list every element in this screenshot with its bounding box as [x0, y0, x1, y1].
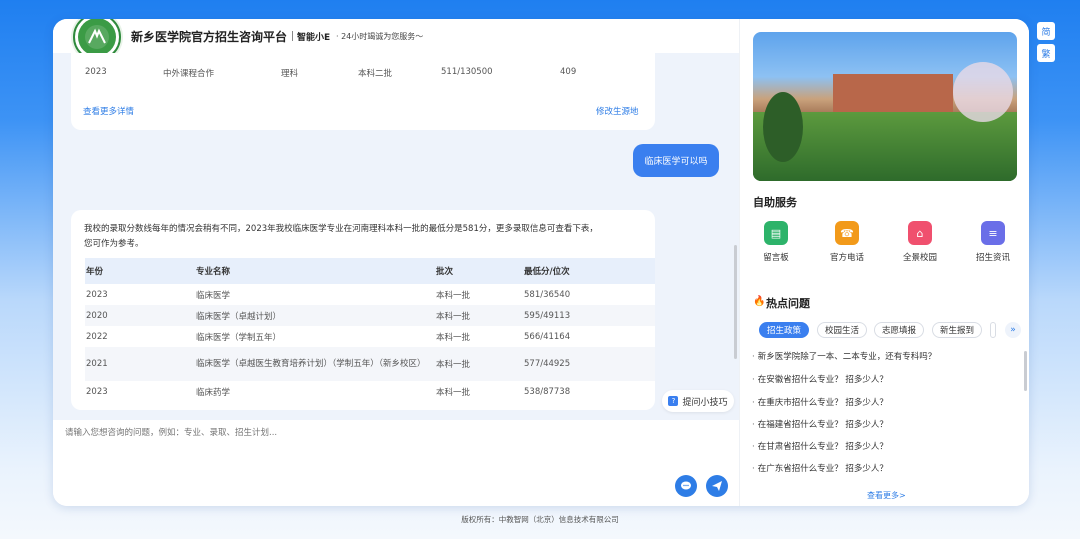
chat-bubble-button[interactable]: [675, 475, 697, 497]
tag-overflow: [990, 322, 996, 338]
cell-major: 临床医学（卓越计划）: [195, 305, 435, 326]
tips-icon: ?: [668, 396, 679, 406]
divider: [292, 31, 293, 41]
cell-batch: 本科一批: [435, 305, 523, 326]
cell-batch: 本科一批: [436, 290, 471, 301]
table-cell: 理科: [281, 69, 299, 79]
hot-question-item[interactable]: 在安徽省招什么专业？ 招多少人？: [752, 373, 888, 385]
table-row: 2023 临床医学 本科一批 581/36540: [85, 284, 655, 305]
send-icon: [712, 481, 722, 491]
cell-major: 临床医学（卓越医生教育培养计划）（学制五年）（新乡校区）: [195, 347, 435, 381]
service-label: 留言板: [763, 253, 789, 263]
cell-score: 581/36540: [524, 289, 571, 300]
assistant-name: 智能小E: [297, 33, 331, 43]
change-origin-link[interactable]: 修改生源地: [596, 105, 639, 117]
lang-traditional-button[interactable]: 繁: [1037, 44, 1055, 62]
cell-batch: 本科一批: [435, 347, 523, 381]
tags-next-button[interactable]: »: [1005, 322, 1021, 338]
slogan: · 24小时竭诚为您服务～: [336, 32, 424, 41]
lang-simplified-button[interactable]: 简: [1037, 22, 1055, 40]
table-row: 2022 临床医学（学制五年） 本科一批 566/41164: [85, 326, 655, 347]
question-tips-button[interactable]: ? 提问小技巧: [662, 390, 734, 412]
service-official-phone[interactable]: ☎ 官方电话: [822, 221, 872, 263]
news-icon: ≡: [981, 221, 1005, 245]
chat-bubble-icon: [681, 481, 691, 490]
hot-question-item[interactable]: 在福建省招什么专业？ 招多少人？: [752, 418, 888, 430]
service-panorama-campus[interactable]: ⌂ 全景校园: [895, 221, 945, 263]
tag-admission-policy[interactable]: 招生政策: [759, 322, 810, 338]
service-message-board[interactable]: ▤ 留言板: [751, 221, 801, 263]
table-row: 2023 临床药学 本科一批 538/87738: [85, 381, 655, 402]
input-area: [53, 420, 739, 506]
previous-answer-card: 2023 中外课程合作 理科 本科二批 511/130500 409 查看更多详…: [71, 53, 655, 130]
cell-year: 2021: [85, 347, 195, 381]
table-cell: 409: [560, 67, 577, 77]
page-title: 新乡医学院官方招生咨询平台: [131, 30, 288, 44]
cell-major: 临床医学（学制五年）: [196, 332, 282, 343]
service-label: 全景校园: [902, 253, 937, 263]
column-header-year: 年份: [85, 258, 195, 284]
cell-batch: 本科一批: [436, 332, 471, 343]
cell-year: 2023: [86, 386, 108, 397]
phone-icon: ☎: [835, 221, 859, 245]
logo-emblem-icon: [85, 25, 109, 49]
hot-questions-title: 热点问题: [766, 297, 810, 310]
column-header-score: 最低分/位次: [523, 258, 655, 284]
hot-question-item[interactable]: 在重庆市招什么专业？ 招多少人？: [752, 396, 888, 408]
send-button[interactable]: [706, 475, 728, 497]
app-window: 新乡医学院官方招生咨询平台 智能小E · 24小时竭诚为您服务～ 2023 中外…: [53, 19, 1029, 506]
cell-major: 临床药学: [196, 387, 231, 398]
table-row: 2020 临床医学（卓越计划） 本科一批 595/49113: [85, 305, 655, 326]
hot-question-item[interactable]: 新乡医学院除了一本、二本专业，还有专科吗？: [752, 350, 937, 362]
cell-year: 2022: [86, 331, 108, 342]
right-sidebar: 自助服务 ▤ 留言板 ☎ 官方电话 ⌂ 全景校园 ≡ 招生资讯 🔥 热点问题 招…: [739, 19, 1029, 506]
cell-major: 临床医学: [196, 290, 231, 301]
message-board-icon: ▤: [764, 221, 788, 245]
chat-area[interactable]: 2023 中外课程合作 理科 本科二批 511/130500 409 查看更多详…: [53, 53, 739, 420]
campus-icon: ⌂: [908, 221, 932, 245]
table-row: 2021 临床医学（卓越医生教育培养计划）（学制五年）（新乡校区） 本科一批 5…: [85, 347, 655, 381]
column-header-batch: 批次: [435, 258, 523, 284]
question-input[interactable]: [65, 426, 705, 466]
cell-score: 577/44925: [523, 347, 655, 381]
footer-copyright: 版权所有：中教智网（北京）信息技术有限公司: [461, 515, 619, 524]
bot-reply-card: 我校的录取分数线每年的情况会稍有不同，2023年我校临床医学专业在河南理科本科一…: [71, 210, 655, 410]
column-header-major: 专业名称: [195, 258, 435, 284]
fire-icon: 🔥: [753, 296, 766, 307]
bot-reply-text-line2: 您可作为参考。: [84, 239, 144, 249]
cell-batch: 本科一批: [436, 387, 471, 398]
service-label: 官方电话: [829, 253, 864, 263]
cell-year: 2020: [85, 305, 195, 326]
cell-score: 538/87738: [524, 386, 571, 397]
tag-campus-life[interactable]: 校园生活: [817, 322, 868, 338]
view-more-link[interactable]: 查看更多>: [867, 490, 906, 501]
cell-year: 2023: [86, 289, 108, 300]
user-message-bubble: 临床医学可以吗: [633, 144, 719, 177]
header: 新乡医学院官方招生咨询平台 智能小E · 24小时竭诚为您服务～: [53, 19, 739, 61]
hot-question-item[interactable]: 在甘肃省招什么专业？ 招多少人？: [752, 440, 888, 452]
table-cell: 中外课程合作: [163, 69, 215, 79]
cell-score: 566/41164: [524, 331, 571, 342]
bot-reply-text-line1: 我校的录取分数线每年的情况会稍有不同，2023年我校临床医学专业在河南理科本科一…: [84, 224, 598, 234]
admission-score-table: 年份 专业名称 批次 最低分/位次 2023 临床医学 本科一批 581/365…: [85, 258, 655, 402]
campus-photo: [753, 32, 1017, 181]
service-admission-news[interactable]: ≡ 招生资讯: [968, 221, 1018, 263]
self-service-title: 自助服务: [753, 196, 797, 209]
chat-scrollbar[interactable]: [734, 245, 737, 359]
question-tips-label: 提问小技巧: [682, 397, 728, 408]
tag-enrollment[interactable]: 新生报到: [932, 322, 983, 338]
table-cell: 511/130500: [441, 67, 493, 77]
cell-score: 595/49113: [523, 305, 655, 326]
tag-application[interactable]: 志愿填报: [874, 322, 925, 338]
table-cell: 2023: [85, 67, 107, 77]
view-more-details-link[interactable]: 查看更多详情: [83, 105, 134, 117]
service-label: 招生资讯: [975, 253, 1010, 263]
hot-question-item[interactable]: 在广东省招什么专业？ 招多少人？: [752, 462, 888, 474]
double-chevron-right-icon: »: [1010, 325, 1016, 335]
table-cell: 本科二批: [358, 69, 393, 79]
questions-scrollbar[interactable]: [1024, 351, 1027, 391]
